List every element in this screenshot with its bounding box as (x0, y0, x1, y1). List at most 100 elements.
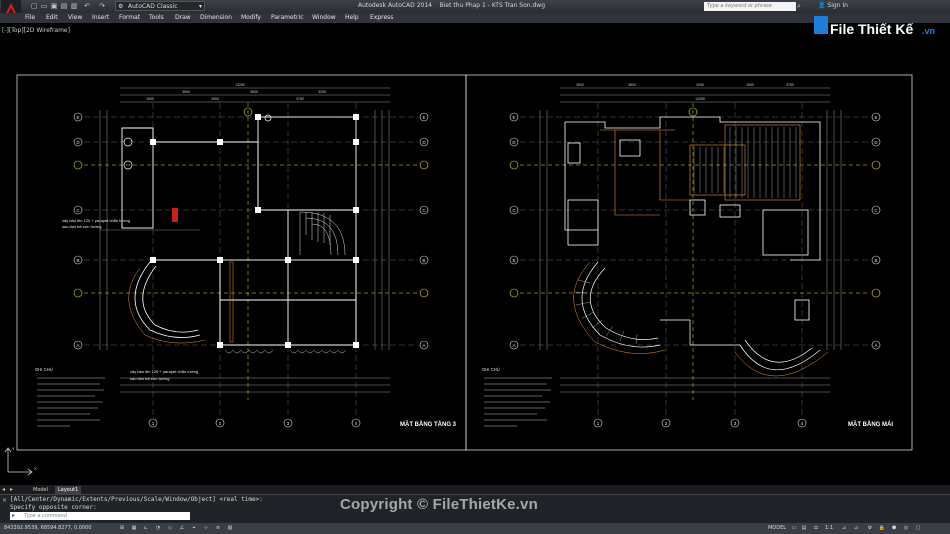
grid-icon[interactable]: ▦ (130, 525, 138, 532)
menu-window[interactable]: Window (312, 14, 336, 21)
new-file-icon[interactable]: ▢ (30, 2, 38, 10)
menu-dimension[interactable]: Dimension (200, 14, 232, 21)
svg-text:3500: 3500 (250, 90, 258, 94)
user-icon: 👤 (818, 2, 826, 9)
tab-nav-prev-icon[interactable]: ◂ (2, 486, 5, 493)
coordinate-readout[interactable]: 843392.9539, 68594.8277, 0.0000 (4, 525, 91, 532)
ducs-icon[interactable]: ⌖ (190, 525, 198, 532)
osnap-icon[interactable]: ◇ (166, 525, 174, 532)
svg-text:13250: 13250 (695, 97, 705, 101)
redo-icon[interactable]: ↷ (98, 2, 106, 10)
svg-text:B: B (76, 258, 79, 263)
menu-file[interactable]: File (25, 14, 35, 21)
svg-text:2: 2 (219, 421, 222, 426)
search-input[interactable]: Type a keyword or phrase (704, 2, 796, 11)
menu-format[interactable]: Format (119, 14, 140, 21)
left-sheet-border (16, 74, 467, 451)
svg-text:3: 3 (734, 421, 737, 426)
menu-parametric[interactable]: Parametric (271, 14, 304, 21)
menu-view[interactable]: View (68, 14, 82, 21)
svg-text:3: 3 (287, 421, 290, 426)
svg-text:3750: 3750 (786, 83, 794, 87)
close-icon[interactable]: ✕ (2, 497, 7, 504)
command-history-1: [All/Center/Dynamic/Extents/Previous/Sca… (10, 496, 263, 503)
right-notes-title: GHI CHÚ (482, 367, 500, 372)
svg-text:4: 4 (355, 421, 358, 426)
dyn-icon[interactable]: ⊹ (202, 525, 210, 532)
print-icon[interactable]: ▥ (70, 2, 78, 10)
left-notes-title: GHI CHÚ (35, 367, 53, 372)
auto-scale-icon[interactable]: ⊿ (852, 525, 860, 532)
tab-nav-next-icon[interactable]: ▸ (10, 486, 13, 493)
quickview-icon[interactable]: ▤ (800, 525, 808, 532)
svg-text:X: X (34, 466, 37, 471)
svg-text:13250: 13250 (235, 83, 245, 87)
svg-text:E: E (874, 115, 877, 120)
svg-text:1: 1 (597, 421, 600, 426)
svg-text:1500: 1500 (146, 97, 154, 101)
chevron-down-icon: ▾ (198, 3, 202, 10)
layout-tabs (0, 485, 950, 494)
menu-bar: File Edit View Insert Format Tools Draw … (0, 13, 950, 23)
svg-text:B: B (512, 258, 515, 263)
polar-icon[interactable]: ◔ (154, 525, 162, 532)
layout-icon[interactable]: ▭ (790, 525, 798, 532)
lineweight-icon[interactable]: ≡ (214, 525, 222, 532)
menu-help[interactable]: Help (345, 14, 359, 21)
otrack-icon[interactable]: ∠ (178, 525, 186, 532)
lock-icon[interactable]: 🔒 (878, 525, 886, 532)
annotation-visibility-icon[interactable]: ⊿ (840, 525, 848, 532)
menu-draw[interactable]: Draw (175, 14, 191, 21)
svg-text:4: 4 (801, 421, 804, 426)
open-file-icon[interactable]: ▭ (40, 2, 48, 10)
left-plan-title: MẶT BẰNG TẦNG 3 (400, 420, 457, 428)
svg-text:A: A (512, 343, 515, 348)
svg-text:3500: 3500 (628, 83, 636, 87)
svg-text:E: E (512, 115, 515, 120)
ortho-icon[interactable]: ⊾ (142, 525, 150, 532)
isolate-objects-icon[interactable]: ◎ (902, 525, 910, 532)
right-roof-plan: E E D D C C B B A A 1 2 3 4 2600 3500 3250 15… (482, 83, 893, 428)
left-note-2b: sau làm bả sơn tường (130, 376, 170, 381)
svg-text:A: A (874, 343, 877, 348)
binoculars-icon[interactable]: ⌕ (797, 2, 806, 11)
right-plan-title: MẶT BẰNG MÁI (848, 420, 893, 428)
menu-express[interactable]: Express (370, 14, 393, 21)
transparency-icon[interactable]: ▧ (226, 525, 234, 532)
hardware-acceleration-icon[interactable]: ⬢ (890, 525, 898, 532)
svg-text:C: C (874, 208, 878, 213)
svg-text:3250: 3250 (696, 83, 704, 87)
svg-text:C: C (512, 208, 516, 213)
menu-edit[interactable]: Edit (46, 14, 58, 21)
snap-icon[interactable]: ⊞ (118, 525, 126, 532)
left-note-1b: sau làm bả sơn tường (62, 224, 102, 229)
sign-in-button[interactable]: 👤 Sign In (818, 2, 848, 9)
model-space-button[interactable]: MODEL (766, 525, 788, 532)
clean-screen-icon[interactable]: ▢ (914, 525, 922, 532)
menu-insert[interactable]: Insert (92, 14, 109, 21)
annotation-scale-value[interactable]: 1:1 (822, 525, 836, 532)
tab-layout1[interactable]: Layout1 (55, 486, 82, 494)
svg-text:Y: Y (12, 446, 15, 451)
svg-text:2600: 2600 (576, 83, 584, 87)
sign-in-label: Sign In (827, 2, 848, 9)
annotation-scale-icon[interactable]: ⚖ (812, 525, 820, 532)
svg-text:B: B (422, 258, 425, 263)
watermark-text: Copyright © FileThietKe.vn (340, 496, 538, 513)
command-history-2: Specify opposite corner: (10, 504, 97, 511)
drawing-canvas[interactable]: E E D D C C B B A A 1 2 3 4 13250 3500 3500 3… (0, 25, 950, 485)
workspace-label: AutoCAD Classic (128, 3, 178, 10)
svg-text:2500: 2500 (211, 97, 219, 101)
menu-tools[interactable]: Tools (149, 14, 164, 21)
undo-icon[interactable]: ↶ (83, 2, 91, 10)
save-as-icon[interactable]: ▤ (60, 2, 68, 10)
svg-text:D: D (76, 140, 80, 145)
command-input[interactable]: Type a command (10, 512, 190, 520)
workspace-dropdown[interactable]: ⚙ AutoCAD Classic ▾ (115, 1, 205, 11)
save-icon[interactable]: ▣ (50, 2, 58, 10)
svg-text:D: D (512, 140, 516, 145)
tab-model[interactable]: Model (30, 486, 51, 494)
workspace-switch-icon[interactable]: ⚙ (866, 525, 874, 532)
menu-modify[interactable]: Modify (241, 14, 261, 21)
svg-text:A: A (76, 343, 79, 348)
